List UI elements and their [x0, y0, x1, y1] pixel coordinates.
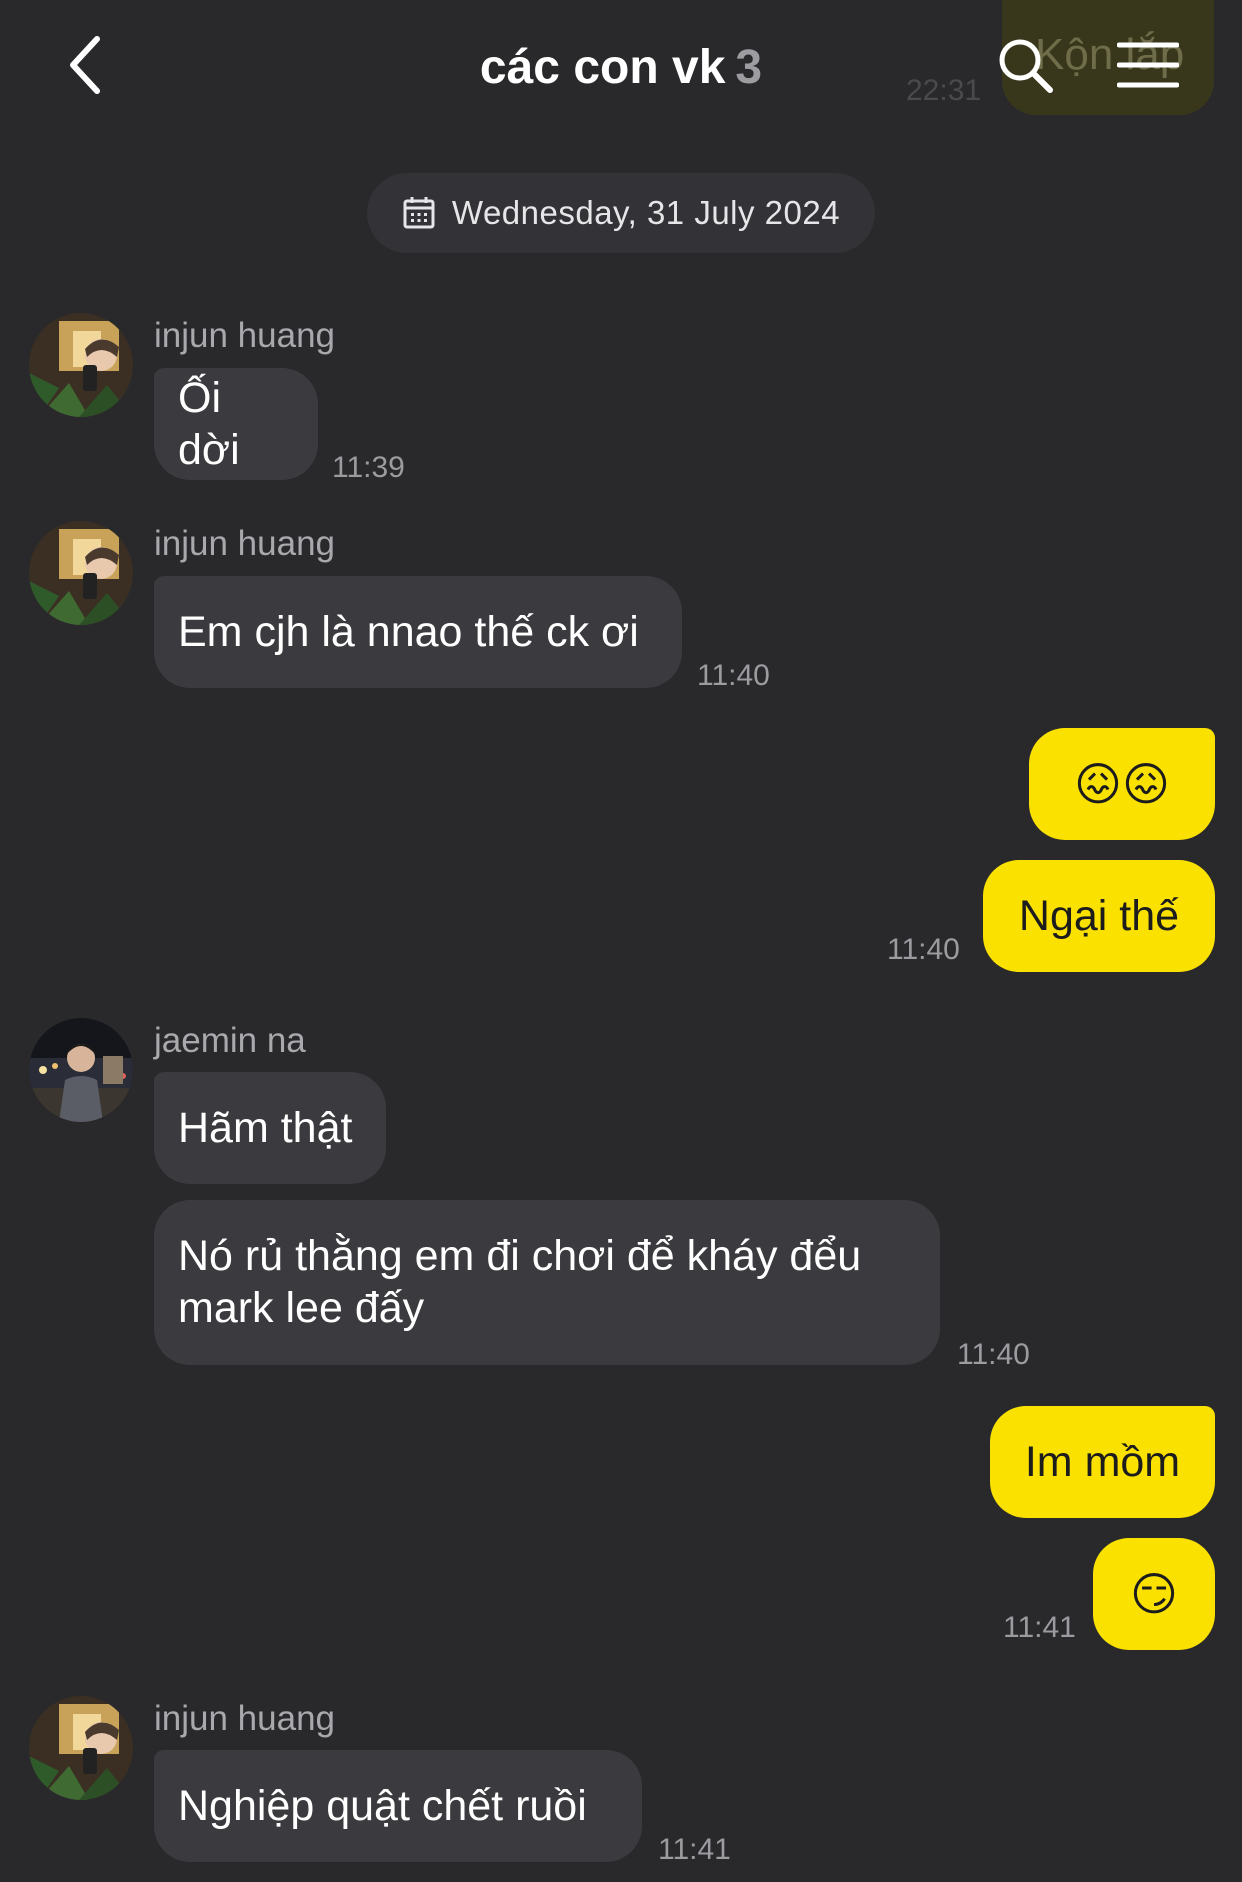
sender-name: injun huang — [154, 316, 335, 355]
message-text: Hãm thật — [178, 1104, 353, 1152]
chat-header: Kộn lắp 22:31 các con vk 3 — [0, 0, 1242, 140]
message-text-line-2: mark lee đấy — [178, 1284, 425, 1332]
message-bubble-outgoing[interactable]: Im mồm — [990, 1406, 1215, 1518]
message-text: Im mồm — [1024, 1438, 1181, 1486]
message-emoji: 😖😖 — [1074, 757, 1170, 811]
message-time: 11:41 — [658, 1833, 731, 1866]
date-text: Wednesday, 31 July 2024 — [451, 194, 841, 231]
menu-button[interactable] — [1110, 30, 1186, 100]
message-emoji: 😏 — [1130, 1567, 1178, 1621]
date-divider: Wednesday, 31 July 2024 — [367, 173, 875, 253]
sender-name: injun huang — [154, 524, 335, 563]
message-bubble[interactable]: Hãm thật — [154, 1072, 386, 1184]
avatar-injun-huang[interactable] — [29, 313, 133, 417]
message-text: Ngại thế — [1018, 892, 1180, 940]
search-button[interactable] — [990, 30, 1060, 100]
avatar-jaemin-na[interactable] — [29, 1018, 133, 1122]
message-bubble-outgoing[interactable]: 😏 — [1093, 1538, 1215, 1650]
message-bubble[interactable]: Nghiệp quật chết ruồi — [154, 1750, 642, 1862]
search-icon — [999, 39, 1053, 93]
message-bubble-outgoing[interactable]: 😖😖 — [1029, 728, 1215, 840]
avatar-injun-huang[interactable] — [29, 521, 133, 625]
message-bubble[interactable]: Ối dời — [154, 368, 318, 480]
avatar-injun-huang[interactable] — [29, 1696, 133, 1800]
sender-name: jaemin na — [154, 1021, 306, 1060]
message-time: 11:40 — [697, 659, 770, 692]
message-text: Em cjh là nnao thế ck ơi — [178, 608, 639, 656]
message-time: 11:39 — [332, 451, 405, 484]
message-bubble-outgoing[interactable]: Ngại thế — [983, 860, 1215, 972]
chat-title-text: các con vk — [479, 41, 726, 94]
chat-screen: Kộn lắp 22:31 các con vk 3 Wednesday, 31… — [0, 0, 1242, 1882]
message-time: 11:40 — [887, 933, 960, 966]
menu-icon — [1117, 42, 1179, 88]
message-text: Ối dời — [178, 374, 240, 474]
sender-name: injun huang — [154, 1699, 335, 1738]
member-count: 3 — [735, 41, 763, 94]
message-time: 11:41 — [1003, 1611, 1076, 1644]
message-text: Nghiệp quật chết ruồi — [178, 1782, 587, 1830]
message-time: 11:40 — [957, 1338, 1030, 1371]
calendar-icon — [402, 196, 436, 230]
message-bubble[interactable]: Nó rủ thằng em đi chơi để kháy đểu mark … — [154, 1200, 940, 1365]
message-bubble[interactable]: Em cjh là nnao thế ck ơi — [154, 576, 682, 688]
message-text-line-1: Nó rủ thằng em đi chơi để kháy đểu — [178, 1232, 862, 1280]
